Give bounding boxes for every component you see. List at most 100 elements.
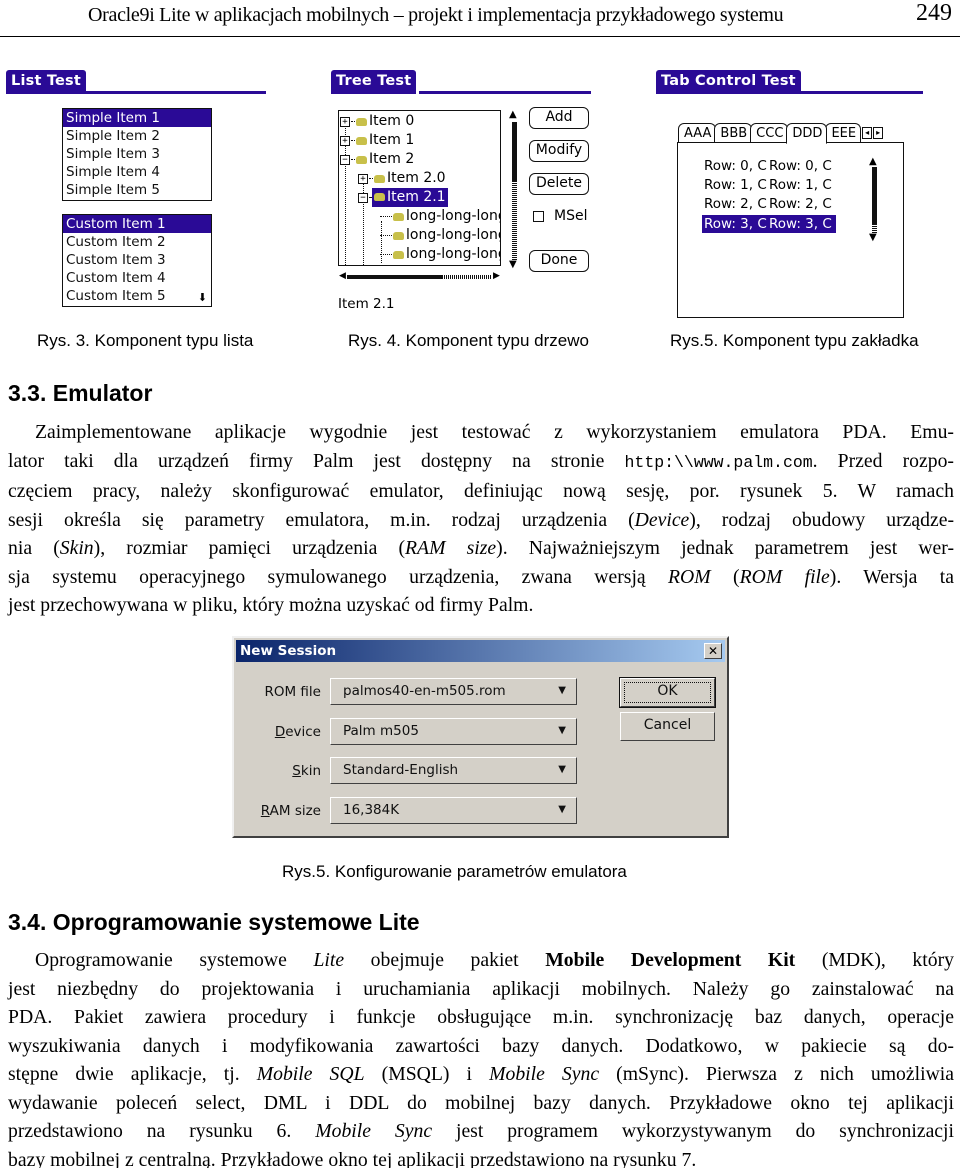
expand-icon[interactable]: + [340,116,350,127]
add-button[interactable]: Add [529,107,589,129]
table-cell: Row: 2, C [769,196,832,212]
scroll-up-icon[interactable]: ▲ [509,110,517,120]
expand-icon[interactable]: + [358,173,368,184]
text-line: sja systemu operacyjnego symulowanego ur… [8,563,954,592]
tree-node-selected[interactable]: − Item 2.1 [358,188,448,207]
tree-node[interactable]: + Item 0 [340,112,414,131]
skin-select[interactable]: Standard-English ▼ [330,757,577,784]
list-item[interactable]: Simple Item 4 [63,163,211,181]
tree-node[interactable]: − Item 2 [340,150,414,169]
tree-node[interactable]: + Item 1 [340,131,414,150]
folder-icon [374,174,385,183]
skin-value: Standard-English [343,762,459,778]
tree-node[interactable]: + Item 2.0 [358,169,446,188]
list-item[interactable]: Custom Item 4 [63,269,211,287]
text-run: (MSQL) i [364,1063,490,1085]
folder-icon [356,155,367,164]
chevron-down-icon[interactable]: ▼ [558,719,566,743]
text-line: PDA. Pakiet zawiera procedury i funkcje … [8,1006,954,1028]
list-item[interactable]: Simple Item 2 [63,127,211,145]
list-item[interactable]: Custom Item 1 [63,215,211,233]
list-item[interactable]: Custom Item 5 [63,287,211,305]
table-row[interactable]: Row: 0, C Row: 0, C [702,157,836,175]
tab-prev-icon[interactable]: ◂ [862,127,873,139]
label-rest: kin [300,763,321,779]
figure-caption-tab: Rys.5. Komponent typu zakładka [670,331,919,350]
tab-next-icon[interactable]: ▸ [873,127,884,139]
tree-connector [380,216,392,217]
down-arrow-icon[interactable]: ⬇ [198,292,207,303]
text-run: Oprogramowanie systemowe [35,949,314,971]
delete-button[interactable]: Delete [529,173,589,195]
tree-view[interactable]: + Item 0 + Item 1 − Item 2 + Item 2.0 − Item … [338,110,501,266]
figure-caption-tree: Rys. 4. Komponent typu drzewo [348,331,589,350]
checkbox-icon[interactable] [533,210,544,222]
table-cell: Row: 3, C [704,216,767,232]
tree-vertical-scrollbar[interactable]: ▲ ▼ [509,110,519,270]
tree-node[interactable]: long-long-long [380,226,500,245]
dialog-titlebar[interactable]: New Session ✕ [236,640,725,662]
scroll-up-icon[interactable]: ▲ [869,157,877,167]
collapse-icon[interactable]: − [358,192,368,203]
dialog-title: New Session [240,643,337,659]
device-select[interactable]: Palm m505 ▼ [330,718,577,745]
modify-button[interactable]: Modify [529,140,589,162]
tab-panel: Row: 0, C Row: 0, C Row: 1, C Row: 1, C Ro… [677,142,904,318]
list-test-title: List Test [6,70,86,94]
figure-caption-dialog: Rys.5. Konfigurowanie parametrów emulato… [282,862,627,881]
scroll-down-icon[interactable]: ▼ [869,233,877,243]
scroll-thumb[interactable] [872,167,877,225]
scroll-right-icon[interactable]: ▶ [493,271,500,281]
table-row[interactable]: Row: 1, C Row: 1, C [702,176,836,194]
tree-node-label: long-long-long [406,208,501,224]
list-item[interactable]: Simple Item 5 [63,181,211,199]
term-italic: Lite [313,949,345,971]
chevron-down-icon[interactable]: ▼ [558,758,566,782]
simple-list[interactable]: Simple Item 1 Simple Item 2 Simple Item … [62,108,212,201]
expand-icon[interactable]: + [340,135,350,146]
list-item[interactable]: Simple Item 3 [63,145,211,163]
tree-node[interactable]: long-long-long [380,245,500,264]
cancel-button[interactable]: Cancel [620,712,715,741]
text-run: sesji określa się parametry emulatora, m… [8,508,635,531]
text-line: jest przechowywana w pliku, który można … [8,594,534,616]
scroll-down-icon[interactable]: ▼ [509,260,517,270]
tab-aaa[interactable]: AAA [678,123,717,143]
section-heading-lite: 3.4. Oprogramowanie systemowe Lite [8,909,420,935]
tree-test-screen: Tree Test + Item 0 + Item 1 − Item 2 + Item … [331,68,601,318]
msel-checkbox[interactable]: MSel [533,208,587,224]
ram-size-select[interactable]: 16,384K ▼ [330,797,577,824]
tab-ddd[interactable]: DDD [786,123,828,144]
list-item[interactable]: Simple Item 1 [63,109,211,127]
scroll-track[interactable] [512,182,517,260]
tree-node-label-text: Item 2.1 [387,189,446,205]
folder-icon [393,212,404,221]
tab-eee[interactable]: EEE [825,123,862,143]
chevron-down-icon[interactable]: ▼ [558,798,566,822]
tree-node[interactable]: long-long-long [380,207,501,226]
done-button[interactable]: Done [529,250,589,272]
tree-horizontal-scrollbar[interactable]: ◀ ▶ [339,271,501,281]
rom-file-select[interactable]: palmos40-en-m505.rom ▼ [330,678,577,705]
text-line: sesji określa się parametry emulatora, m… [8,506,954,535]
scroll-thumb[interactable] [347,275,442,279]
list-item[interactable]: Custom Item 2 [63,233,211,251]
tab-bbb[interactable]: BBB [714,123,753,143]
grid-vertical-scrollbar[interactable]: ▲ ▼ [869,157,879,243]
close-icon[interactable]: ✕ [704,643,722,659]
table-row[interactable]: Row: 2, C Row: 2, C [702,195,836,213]
scroll-thumb[interactable] [512,122,517,182]
list-item[interactable]: Custom Item 3 [63,251,211,269]
scroll-left-icon[interactable]: ◀ [339,271,346,281]
table-row-selected[interactable]: Row: 3, C Row: 3, C [702,215,836,233]
text-line: częciem pracy, należy skonfigurować emul… [8,480,954,502]
ok-button[interactable]: OK [619,677,716,708]
chevron-down-icon[interactable]: ▼ [558,679,566,703]
scroll-track[interactable] [442,275,492,279]
palm-url-link[interactable]: http:\\www.palm.com [625,453,813,472]
tab-ccc[interactable]: CCC [750,123,789,143]
custom-list[interactable]: Custom Item 1 Custom Item 2 Custom Item … [62,214,212,307]
collapse-icon[interactable]: − [340,154,350,165]
folder-icon [356,136,367,145]
ram-size-label: RAM size [261,803,321,819]
